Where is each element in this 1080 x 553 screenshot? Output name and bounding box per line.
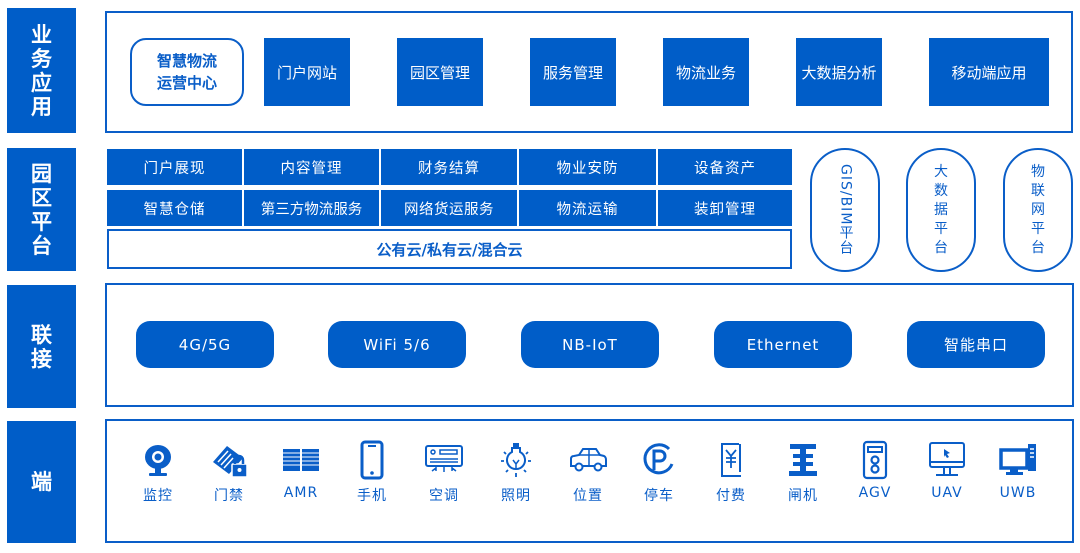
label-char: 应 <box>31 70 52 95</box>
device-agv[interactable]: AGV <box>845 440 905 501</box>
app-logistics-business[interactable]: 物流业务 <box>663 38 749 106</box>
gis-bim-label: GIS/BIM平台 <box>837 164 854 256</box>
app-park-management[interactable]: 园区管理 <box>397 38 483 106</box>
device-label: 空调 <box>429 488 459 504</box>
shelf-robot-icon <box>283 449 319 471</box>
conn-ethernet[interactable]: Ethernet <box>714 321 852 368</box>
device-camera[interactable]: 监控 <box>128 440 188 505</box>
ops-center-line2: 运营中心 <box>156 74 217 92</box>
label-char: 区 <box>31 185 52 210</box>
device-label: 照明 <box>501 488 531 504</box>
platform-3pl-service[interactable]: 第三方物流服务 <box>244 190 379 226</box>
platform-property-security[interactable]: 物业安防 <box>519 149 656 185</box>
device-payment[interactable]: 付费 <box>701 440 761 505</box>
layer-label-business: 业 务 应 用 <box>7 8 76 133</box>
conn-wifi[interactable]: WiFi 5/6 <box>328 321 466 368</box>
light-bulb-icon <box>501 443 531 477</box>
phone-icon <box>360 440 384 480</box>
gate-icon <box>789 444 817 476</box>
desktop-computer-icon <box>999 444 1036 475</box>
device-label: 监控 <box>143 488 173 504</box>
label-char: 台 <box>934 239 948 256</box>
platform-portal-display[interactable]: 门户展现 <box>107 149 242 185</box>
platform-equipment-assets[interactable]: 设备资产 <box>658 149 792 185</box>
platform-smart-warehouse[interactable]: 智慧仓储 <box>107 190 242 226</box>
label-char: 大 <box>934 163 948 180</box>
device-label: 手机 <box>357 488 387 504</box>
device-lighting[interactable]: 照明 <box>486 440 546 505</box>
label-char: 园 <box>31 161 52 186</box>
label-char: 联 <box>31 322 52 347</box>
label-char: 业 <box>31 22 52 47</box>
label-char: 端 <box>31 470 52 494</box>
big-data-platform[interactable]: 大 数 据 平 台 <box>906 148 976 272</box>
device-amr[interactable]: AMR <box>271 440 331 501</box>
label-char: 台 <box>31 233 52 258</box>
device-label: 位置 <box>573 488 603 504</box>
device-gate[interactable]: 闸机 <box>773 440 833 505</box>
device-phone[interactable]: 手机 <box>342 440 402 505</box>
iot-platform[interactable]: 物 联 网 平 台 <box>1003 148 1073 272</box>
label-char: 网 <box>1031 201 1045 218</box>
agv-icon <box>862 440 888 480</box>
device-access-control[interactable]: 门禁 <box>199 440 259 505</box>
label-char: 平 <box>934 220 948 237</box>
ops-center-line1: 智慧物流 <box>156 52 217 70</box>
access-card-lock-icon <box>213 446 248 478</box>
app-portal-site[interactable]: 门户网站 <box>264 38 350 106</box>
label-char: 平 <box>1031 220 1045 237</box>
device-label: AMR <box>283 485 319 501</box>
camera-icon <box>145 445 171 476</box>
label-char: 物 <box>1031 163 1045 180</box>
cloud-deployment: 公有云/私有云/混合云 <box>107 229 792 269</box>
device-label: UWB <box>999 485 1037 501</box>
label-char: 台 <box>1031 239 1045 256</box>
label-char: 平 <box>31 209 52 234</box>
conn-4g-5g[interactable]: 4G/5G <box>136 321 274 368</box>
platform-loading-management[interactable]: 装卸管理 <box>658 190 792 226</box>
ops-center-button[interactable]: 智慧物流 运营中心 <box>130 38 244 106</box>
device-label: AGV <box>858 485 892 501</box>
label-char: 接 <box>31 346 52 371</box>
monitor-cursor-icon <box>929 442 965 476</box>
device-label: UAV <box>931 485 963 501</box>
gis-bim-platform[interactable]: GIS/BIM平台 <box>810 148 880 272</box>
device-label: 闸机 <box>788 488 818 504</box>
app-service-management[interactable]: 服务管理 <box>530 38 616 106</box>
conn-smart-serial[interactable]: 智能串口 <box>907 321 1045 368</box>
payment-icon <box>721 443 741 477</box>
app-big-data-analysis[interactable]: 大数据分析 <box>796 38 882 106</box>
layer-label-terminal: 端 <box>7 421 76 543</box>
label-char: 联 <box>1031 182 1045 199</box>
device-parking[interactable]: 停车 <box>629 440 689 505</box>
device-uav[interactable]: UAV <box>917 440 977 501</box>
device-label: 门禁 <box>214 488 244 504</box>
label-char: 据 <box>934 201 948 218</box>
platform-finance-settlement[interactable]: 财务结算 <box>381 149 517 185</box>
device-label: 停车 <box>644 488 674 504</box>
device-location[interactable]: 位置 <box>558 440 618 505</box>
layer-label-connect: 联 接 <box>7 285 76 408</box>
platform-network-freight[interactable]: 网络货运服务 <box>381 190 517 226</box>
device-label: 付费 <box>716 488 746 504</box>
parking-icon <box>643 443 674 475</box>
platform-content-management[interactable]: 内容管理 <box>244 149 379 185</box>
car-icon <box>570 448 607 472</box>
device-uwb[interactable]: UWB <box>988 440 1048 501</box>
platform-logistics-transport[interactable]: 物流运输 <box>519 190 656 226</box>
device-air-conditioner[interactable]: 空调 <box>414 440 474 505</box>
layer-label-platform: 园 区 平 台 <box>7 148 76 271</box>
app-mobile[interactable]: 移动端应用 <box>929 38 1049 106</box>
conn-nb-iot[interactable]: NB-IoT <box>521 321 659 368</box>
air-conditioner-icon <box>425 445 463 472</box>
label-char: 用 <box>31 94 52 119</box>
label-char: 数 <box>934 182 948 199</box>
label-char: 务 <box>31 46 52 71</box>
